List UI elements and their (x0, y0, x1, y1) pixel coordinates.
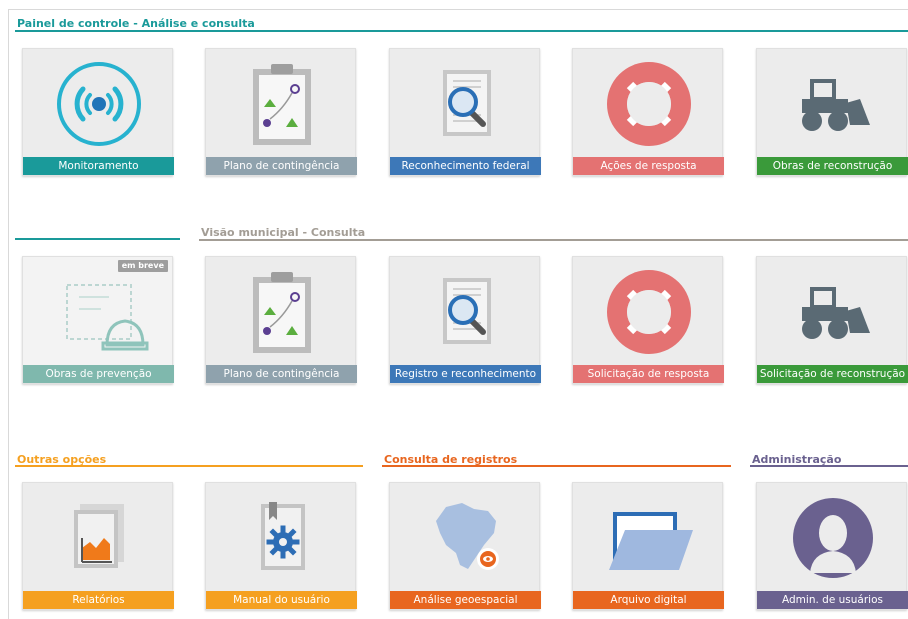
em-breve-badge: em breve (117, 260, 168, 272)
tile-plano-contingencia-municipal[interactable]: Plano de contingência (205, 256, 357, 384)
tile-label: Monitoramento (23, 157, 174, 175)
section-line-consulta (382, 465, 731, 467)
section-line-admin (750, 465, 908, 467)
lifebuoy-icon (573, 257, 724, 367)
tile-obras-reconstrucao[interactable]: Obras de reconstrução (756, 48, 908, 176)
report-chart-icon (23, 483, 174, 593)
radar-icon (23, 49, 174, 159)
tile-plano-contingencia[interactable]: Plano de contingência (205, 48, 357, 176)
manual-gear-icon (206, 483, 357, 593)
tile-solicitacao-reconstrucao[interactable]: Solicitação de reconstrução (756, 256, 908, 384)
clipboard-plan-icon (206, 49, 357, 159)
section-line-outras (15, 465, 363, 467)
section-title-visao: Visão municipal - Consulta (201, 226, 366, 239)
panel-border-top (8, 9, 908, 10)
section-title-painel: Painel de controle - Análise e consulta (17, 17, 255, 30)
tile-relatorios[interactable]: Relatórios (22, 482, 174, 610)
lifebuoy-icon (573, 49, 724, 159)
tile-analise-geoespacial[interactable]: Análise geoespacial (389, 482, 541, 610)
tile-label: Obras de reconstrução (757, 157, 908, 175)
tile-acoes-resposta[interactable]: Ações de resposta (572, 48, 724, 176)
tile-label: Solicitação de reconstrução (757, 365, 908, 383)
tile-label: Relatórios (23, 591, 174, 609)
bulldozer-icon (757, 49, 908, 159)
clipboard-plan-icon (206, 257, 357, 367)
tile-admin-usuarios[interactable]: Admin. de usuários (756, 482, 908, 610)
panel-border-left (8, 9, 9, 619)
tile-label: Plano de contingência (206, 157, 357, 175)
user-avatar-icon (757, 483, 908, 593)
blueprint-helmet-icon (23, 257, 174, 367)
tile-reconhecimento-federal[interactable]: Reconhecimento federal (389, 48, 541, 176)
brazil-map-icon (390, 483, 541, 593)
tile-label: Registro e reconhecimento (390, 365, 541, 383)
tile-label: Reconhecimento federal (390, 157, 541, 175)
tile-label: Análise geoespacial (390, 591, 541, 609)
tile-manual-usuario[interactable]: Manual do usuário (205, 482, 357, 610)
tile-arquivo-digital[interactable]: Arquivo digital (572, 482, 724, 610)
section-line-painel (15, 30, 908, 32)
section-line-visao (199, 239, 908, 241)
document-search-icon (390, 257, 541, 367)
tile-label: Solicitação de resposta (573, 365, 724, 383)
tile-label: Admin. de usuários (757, 591, 908, 609)
tile-label: Plano de contingência (206, 365, 357, 383)
tile-label: Arquivo digital (573, 591, 724, 609)
tile-monitoramento[interactable]: Monitoramento (22, 48, 174, 176)
tile-label: Manual do usuário (206, 591, 357, 609)
folder-icon (573, 483, 724, 593)
tile-label: Obras de prevenção (23, 365, 174, 383)
bulldozer-icon (757, 257, 908, 367)
section-line-left-accent (15, 238, 180, 240)
tile-registro-reconhecimento[interactable]: Registro e reconhecimento (389, 256, 541, 384)
tile-solicitacao-resposta[interactable]: Solicitação de resposta (572, 256, 724, 384)
tile-label: Ações de resposta (573, 157, 724, 175)
document-search-icon (390, 49, 541, 159)
tile-obras-prevencao[interactable]: em breve Obras de prevenção (22, 256, 174, 384)
